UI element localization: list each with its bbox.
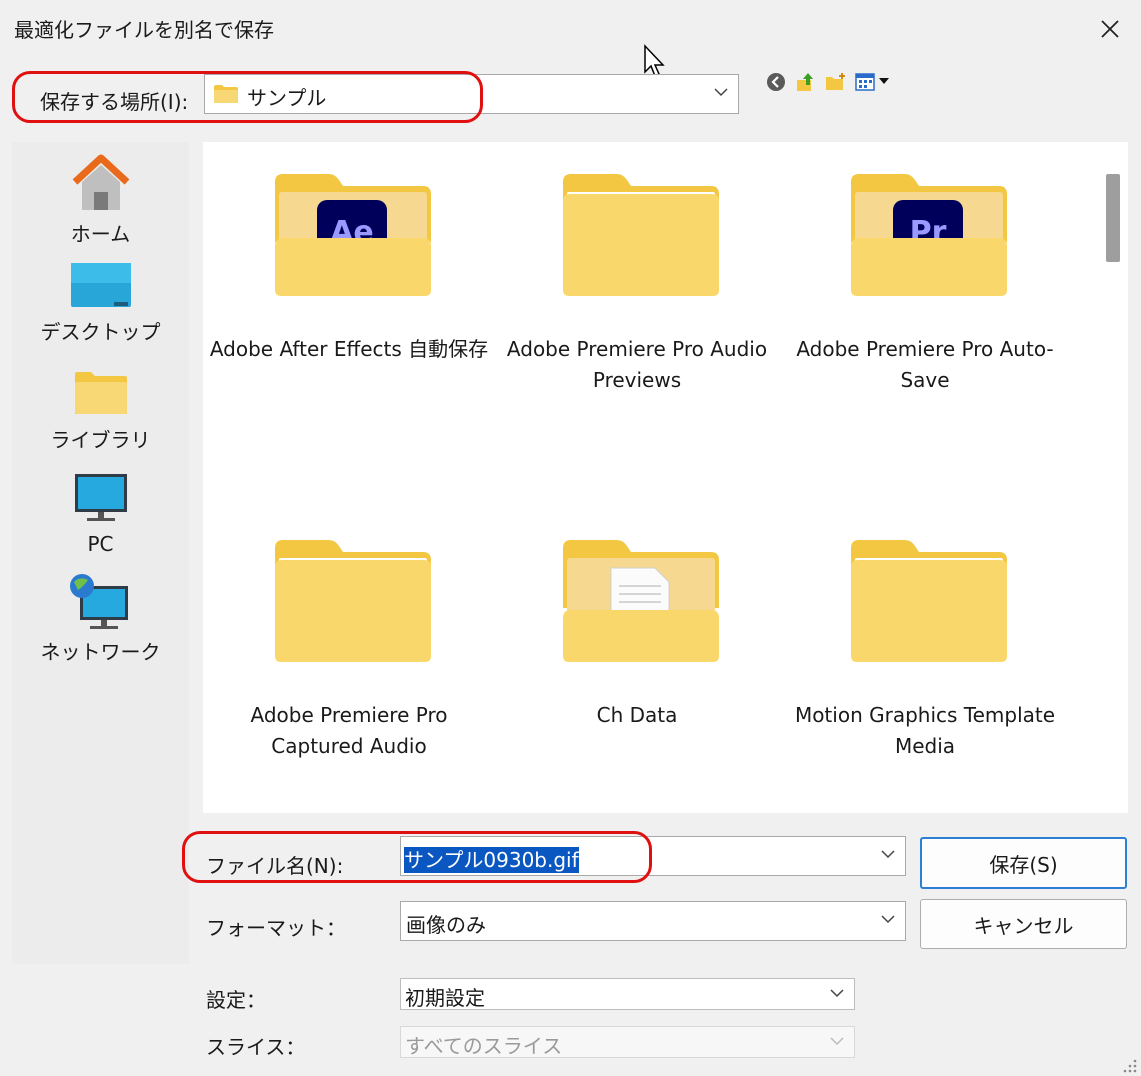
new-folder-icon — [826, 73, 845, 90]
save-button[interactable]: 保存(S) — [920, 837, 1127, 889]
format-label: フォーマット： — [206, 916, 346, 940]
up-folder-button[interactable] — [795, 71, 817, 93]
folder-name: Adobe Premiere Pro Auto-Save — [796, 337, 1054, 392]
cancel-button[interactable]: キャンセル — [920, 899, 1127, 949]
place-network[interactable]: ネットワーク — [12, 572, 189, 672]
premiere-pro-folder-icon: Pr — [851, 174, 1007, 296]
folder-item[interactable]: Adobe Premiere Pro Audio Previews — [497, 172, 777, 412]
back-button[interactable] — [765, 71, 787, 93]
slices-dropdown: すべてのスライス — [400, 1026, 855, 1058]
filename-combobox[interactable]: サンプル0930b.gif — [400, 836, 906, 876]
settings-label: 設定： — [206, 988, 266, 1012]
folder-icon — [851, 540, 1007, 662]
folder-name: Adobe Premiere Pro Captured Audio — [250, 703, 448, 758]
folder-item[interactable]: Motion Graphics Template Media — [785, 538, 1065, 778]
navigation-toolbar — [765, 70, 895, 94]
folder-icon — [563, 174, 719, 296]
library-folder-icon — [75, 372, 127, 414]
resize-grip-icon[interactable] — [1120, 1056, 1138, 1074]
up-folder-icon — [797, 73, 813, 91]
chevron-down-icon — [830, 989, 844, 998]
chevron-down-icon — [714, 88, 728, 97]
filename-input[interactable]: サンプル0930b.gif — [404, 844, 579, 873]
save-as-dialog: 最適化ファイルを別名で保存 保存する場所(I): サンプル ホーム デスクトップ… — [0, 0, 1141, 1076]
slices-label: スライス： — [206, 1035, 306, 1059]
after-effects-folder-icon: Ae — [275, 174, 431, 296]
folder-item[interactable]: Ch Data — [497, 538, 777, 778]
filename-label: ファイル名(N): — [206, 854, 344, 878]
place-library[interactable]: ライブラリ — [12, 364, 189, 460]
close-icon — [1101, 20, 1119, 38]
folder-name: Adobe Premiere Pro Audio Previews — [506, 337, 768, 392]
chevron-down-icon — [830, 1037, 844, 1046]
pc-monitor-icon — [75, 474, 127, 521]
settings-value: 初期設定 — [405, 986, 485, 1010]
save-location-value: サンプル — [247, 86, 327, 110]
format-value: 画像のみ — [406, 913, 486, 937]
slices-value: すべてのスライス — [405, 1034, 563, 1058]
folder-item[interactable]: Ae Adobe After Effects 自動保存 — [209, 172, 489, 412]
close-button[interactable] — [1090, 10, 1130, 48]
folder-item[interactable]: Pr Adobe Premiere Pro Auto-Save — [785, 172, 1065, 412]
back-arrow-icon — [767, 73, 785, 91]
place-label: ライブラリ — [50, 428, 151, 452]
settings-dropdown[interactable]: 初期設定 — [400, 978, 855, 1010]
folder-name: Motion Graphics Template Media — [794, 703, 1056, 758]
folder-icon — [275, 540, 431, 662]
chevron-down-icon[interactable] — [881, 849, 895, 859]
place-pc[interactable]: PC — [12, 470, 189, 566]
folder-name: Adobe After Effects 自動保存 — [209, 337, 489, 361]
folder-with-document-icon — [563, 540, 719, 662]
save-location-dropdown[interactable]: サンプル — [204, 74, 739, 114]
folder-item[interactable]: Adobe Premiere Pro Captured Audio — [209, 538, 489, 778]
place-label: ホーム — [70, 222, 131, 246]
file-list[interactable]: Ae Adobe After Effects 自動保存 Adobe Premie… — [203, 142, 1098, 813]
title-bar: 最適化ファイルを別名で保存 — [0, 0, 1141, 58]
place-desktop[interactable]: デスクトップ — [12, 256, 189, 352]
place-home[interactable]: ホーム — [12, 148, 189, 246]
view-menu-button[interactable] — [855, 71, 895, 93]
desktop-icon — [71, 263, 131, 307]
place-label: PC — [87, 532, 114, 556]
chevron-down-icon — [881, 915, 895, 924]
place-label: ネットワーク — [40, 640, 161, 664]
folder-name: Ch Data — [596, 703, 678, 727]
home-icon — [72, 154, 130, 210]
filename-selected-text: サンプル0930b.gif — [404, 847, 579, 873]
format-dropdown[interactable]: 画像のみ — [400, 901, 906, 941]
new-folder-button[interactable] — [825, 71, 847, 93]
dialog-title: 最適化ファイルを別名で保存 — [14, 18, 274, 42]
scrollbar-thumb[interactable] — [1106, 174, 1120, 262]
network-icon — [70, 574, 128, 629]
places-bar: ホーム デスクトップ ライブラリ PC ネットワーク — [12, 142, 189, 964]
place-label: デスクトップ — [40, 320, 161, 344]
folder-icon — [214, 85, 238, 103]
save-location-label: 保存する場所(I): — [40, 90, 189, 114]
view-menu-icon — [855, 73, 889, 91]
